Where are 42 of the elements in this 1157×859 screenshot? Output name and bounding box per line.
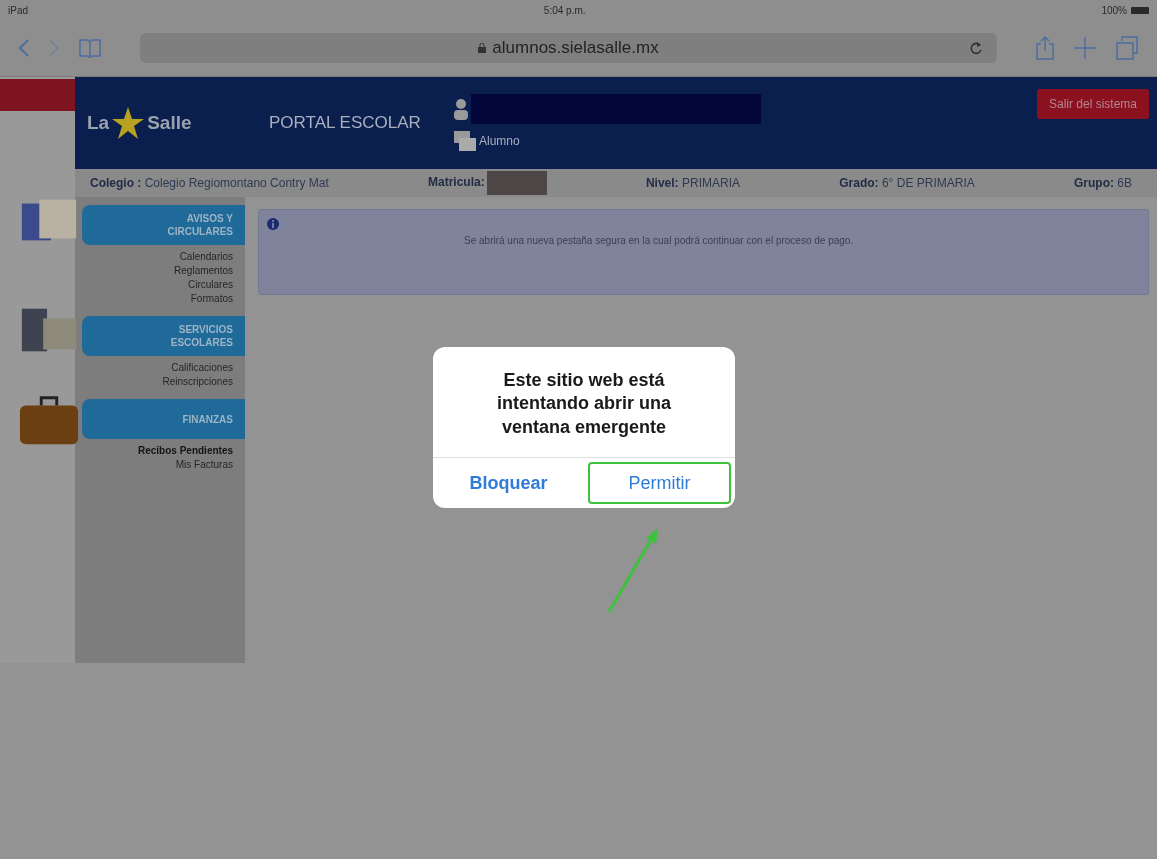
user-role: Alumno (479, 134, 520, 148)
info-field: Colegio : Colegio Regiomontano Contry Mat (90, 176, 329, 190)
dialog-button[interactable]: Permitir (588, 462, 731, 505)
dialog-message: Este sitio web está intentando abrir una ventana emergente (496, 369, 672, 439)
info-icon (267, 218, 279, 230)
user-icon (453, 98, 469, 120)
sidebar-link[interactable]: Mis Facturas (175, 459, 233, 470)
section-header[interactable]: AVISOS Y CIRCULARES (82, 205, 245, 245)
address-field[interactable]: alumnos.sielasalle.mx (140, 33, 997, 63)
redacted-block (486, 171, 547, 195)
sidebar-link[interactable]: Calificaciones (171, 362, 233, 373)
info-field: Nivel: PRIMARIA (645, 176, 740, 190)
logo-text: Salle (147, 112, 192, 134)
bookmarks-icon[interactable] (78, 38, 102, 58)
lock-icon (478, 43, 487, 53)
battery-icon (1131, 6, 1149, 14)
sidebar-link[interactable]: Circulares (188, 279, 233, 290)
star-icon (111, 106, 146, 140)
clock-time: 5:04 p.m. (543, 4, 586, 16)
sidebar-link[interactable]: Calendarios (179, 251, 233, 262)
info-field: Grupo: 6B (1073, 176, 1132, 190)
dialog-button[interactable]: Bloquear (437, 462, 580, 505)
share-icon[interactable] (1035, 35, 1055, 61)
sidebar-link[interactable]: Formatos (190, 293, 233, 304)
info-label: Matricula: (428, 175, 485, 190)
portal-title: PORTAL ESCOLAR (269, 111, 422, 134)
info-field: Grado: 6° DE PRIMARIA (839, 176, 975, 190)
section-header[interactable]: FINANZAS (82, 399, 245, 439)
notice-text: Se abrirá una nueva pestaña segura en la cual podrá continuar con el proceso de pago. (464, 234, 855, 248)
sidebar-link[interactable]: Reinscripciones (162, 376, 233, 387)
section-header[interactable]: SERVICIOS ESCOLARES (82, 316, 245, 356)
device-name: iPad (8, 4, 28, 16)
sidebar-link[interactable]: Recibos Pendientes (137, 445, 233, 456)
logo-text: La (87, 112, 110, 134)
reload-icon[interactable] (969, 40, 983, 56)
battery-percent: 100% (1101, 4, 1127, 16)
back-icon[interactable] (18, 38, 30, 58)
id-cards-icon (453, 130, 477, 152)
plus-icon[interactable] (1073, 36, 1097, 60)
tabs-icon[interactable] (1115, 35, 1139, 61)
sidebar-link[interactable]: Reglamentos (174, 265, 233, 276)
logout-button[interactable]: Salir del sistema (1036, 89, 1149, 119)
